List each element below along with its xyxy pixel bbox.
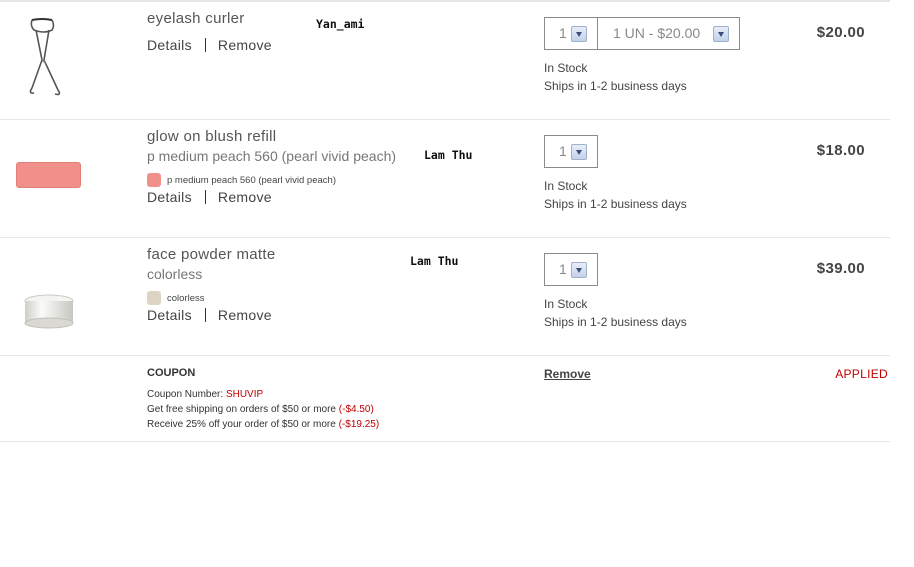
quantity-select[interactable]: 1 [544,17,598,50]
user-tag: Lam Thu [410,254,459,268]
stock-status: In Stock [544,179,588,193]
quantity-value: 1 [559,143,567,159]
details-link[interactable]: Details [147,307,192,323]
quantity-value: 1 [559,261,567,277]
stock-status: In Stock [544,297,588,311]
details-link[interactable]: Details [147,37,192,53]
product-name: eyelash curler [147,10,245,27]
coupon-details: Coupon Number: SHUVIP Get free shipping … [147,387,379,432]
shade-swatch-line: colorless [147,291,205,305]
cart-item-eyelash-curler: eyelash curler Yan_ami Details Remove 1 … [0,2,890,120]
coupon-benefit-text: Receive 25% off your order of $50 or mor… [147,419,336,430]
quantity-select[interactable]: 1 [544,135,598,168]
item-price: $20.00 [816,24,865,41]
shade-swatch [147,291,161,305]
blush-product-image[interactable] [16,162,81,188]
product-name: face powder matte [147,246,276,263]
shipping-info: Ships in 1-2 business days [544,315,687,329]
remove-link[interactable]: Remove [218,307,272,323]
coupon-number-label: Coupon Number: [147,389,224,400]
action-separator [204,308,206,322]
swatch-label: p medium peach 560 (pearl vivid peach) [167,174,336,186]
item-actions: Details Remove [147,37,272,53]
product-name: glow on blush refill [147,128,277,145]
item-actions: Details Remove [147,189,272,205]
coupon-benefit-amount: (-$4.50) [338,404,374,415]
stock-info: In Stock Ships in 1-2 business days [544,295,687,331]
product-shade: colorless [147,266,203,282]
coupon-status: APPLIED [835,367,888,381]
stock-info: In Stock Ships in 1-2 business days [544,59,687,95]
remove-link[interactable]: Remove [218,37,272,53]
action-separator [204,38,206,52]
stock-status: In Stock [544,61,588,75]
coupon-benefit-line: Get free shipping on orders of $50 or mo… [147,402,379,417]
variant-value: 1 UN - $20.00 [613,25,701,41]
quantity-select[interactable]: 1 [544,253,598,286]
shade-swatch-line: p medium peach 560 (pearl vivid peach) [147,173,336,187]
coupon-row: COUPON Coupon Number: SHUVIP Get free sh… [0,356,890,442]
eyelash-curler-icon[interactable] [22,16,68,96]
remove-link[interactable]: Remove [218,189,272,205]
coupon-benefit-amount: (-$19.25) [338,419,380,430]
chevron-down-icon[interactable] [713,26,729,42]
cart-item-face-powder: face powder matte colorless Lam Thu colo… [0,238,890,356]
chevron-down-icon[interactable] [571,262,587,278]
coupon-benefit-text: Get free shipping on orders of $50 or mo… [147,404,336,415]
shipping-info: Ships in 1-2 business days [544,197,687,211]
shade-swatch [147,173,161,187]
coupon-number-line: Coupon Number: SHUVIP [147,387,379,402]
cart-item-blush: glow on blush refill p medium peach 560 … [0,120,890,238]
item-price: $18.00 [816,142,865,159]
shipping-info: Ships in 1-2 business days [544,79,687,93]
product-shade: p medium peach 560 (pearl vivid peach) [147,148,397,164]
user-tag: Yan_ami [316,17,365,31]
swatch-label: colorless [167,292,205,304]
item-price: $39.00 [816,260,865,277]
coupon-code: SHUVIP [225,389,264,400]
variant-select[interactable]: 1 UN - $20.00 [597,17,740,50]
item-actions: Details Remove [147,307,272,323]
chevron-down-icon[interactable] [571,144,587,160]
coupon-benefit-line: Receive 25% off your order of $50 or mor… [147,417,379,432]
details-link[interactable]: Details [147,189,192,205]
quantity-value: 1 [559,25,567,41]
chevron-down-icon[interactable] [571,26,587,42]
user-tag: Lam Thu [424,148,473,162]
stock-info: In Stock Ships in 1-2 business days [544,177,687,213]
face-powder-jar-icon[interactable] [23,293,75,329]
action-separator [204,190,206,204]
coupon-remove-link[interactable]: Remove [544,367,591,381]
coupon-title: COUPON [147,367,196,379]
